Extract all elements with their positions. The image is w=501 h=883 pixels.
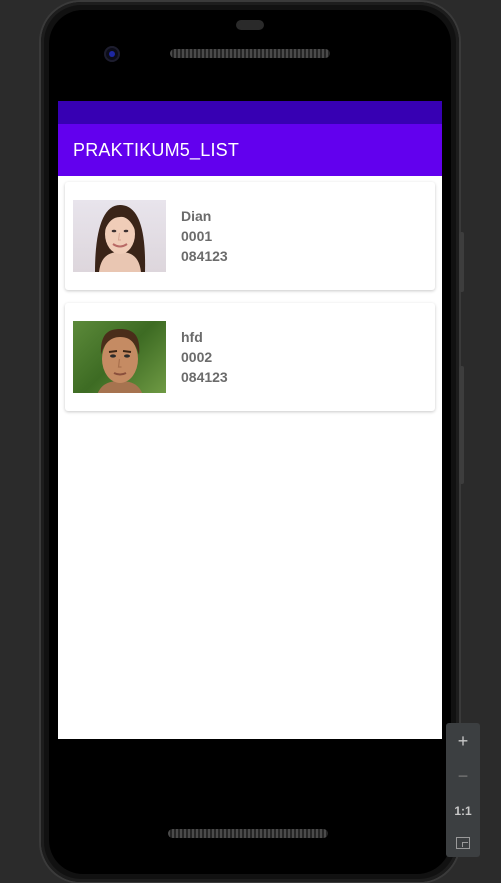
earpiece-slot <box>236 20 264 30</box>
app-bar: PRAKTIKUM5_LIST <box>58 124 442 176</box>
zoom-in-button[interactable]: + <box>458 732 469 750</box>
status-bar <box>58 101 442 124</box>
item-id: 0001 <box>181 228 213 244</box>
item-code: 084123 <box>181 369 228 385</box>
app-title: PRAKTIKUM5_LIST <box>73 139 240 160</box>
item-details: hfd 0002 084123 <box>181 327 228 387</box>
item-code: 084123 <box>181 248 228 264</box>
item-name: Dian <box>181 208 212 224</box>
top-speaker <box>170 49 330 58</box>
list-item[interactable]: hfd 0002 084123 <box>65 303 435 411</box>
app-screen: PRAKTIKUM5_LIST Dian 0001 084123 hfd 000… <box>58 101 442 739</box>
item-name: hfd <box>181 329 203 345</box>
power-button[interactable] <box>459 232 464 292</box>
zoom-actual-button[interactable]: 1:1 <box>454 802 471 820</box>
zoom-out-button[interactable]: − <box>458 767 469 785</box>
volume-button[interactable] <box>459 366 464 484</box>
list-item[interactable]: Dian 0001 084123 <box>65 182 435 290</box>
front-camera-icon <box>104 46 120 62</box>
item-details: Dian 0001 084123 <box>181 206 228 266</box>
woman-portrait-image <box>73 200 166 272</box>
item-list[interactable]: Dian 0001 084123 hfd 0002 084123 <box>58 176 442 430</box>
item-id: 0002 <box>181 349 213 365</box>
man-portrait-image <box>73 321 166 393</box>
emulator-zoom-controls: + − 1:1 <box>446 723 480 857</box>
bottom-speaker <box>168 829 328 838</box>
fit-screen-icon[interactable] <box>456 836 470 849</box>
